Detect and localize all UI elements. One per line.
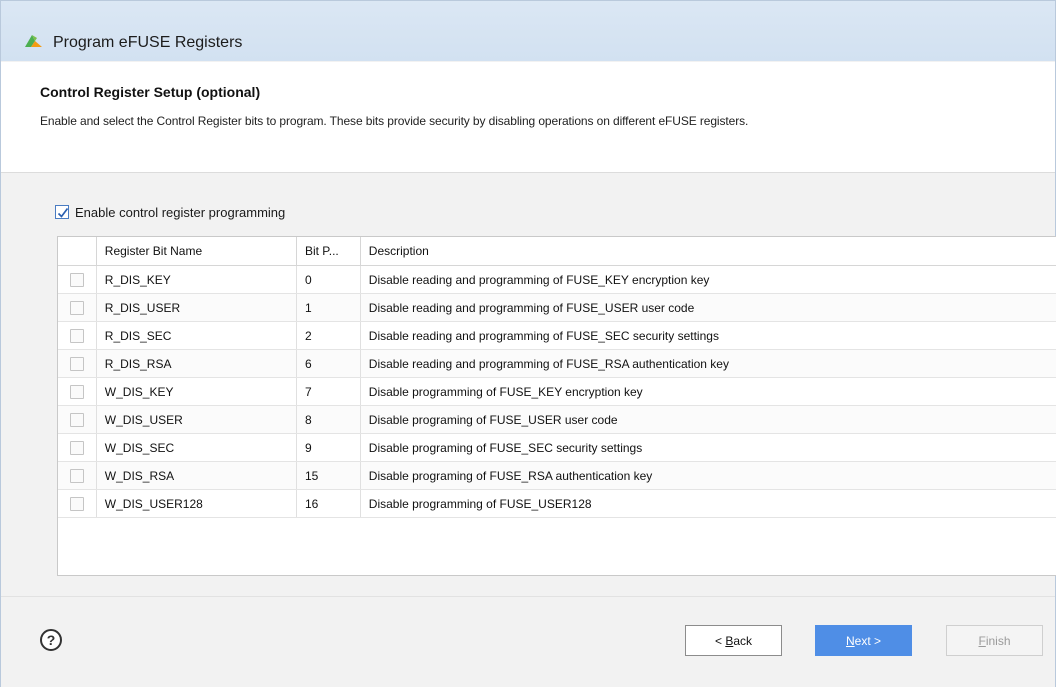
help-icon[interactable]: ? <box>40 629 62 651</box>
enable-control-register-row[interactable]: Enable control register programming <box>55 202 285 222</box>
enable-checkbox[interactable] <box>55 205 69 219</box>
description-cell: Disable reading and programming of FUSE_… <box>360 293 1056 322</box>
window-title: Program eFUSE Registers <box>53 34 243 51</box>
description-cell: Disable reading and programming of FUSE_… <box>360 349 1056 378</box>
back-rest: ack <box>733 633 753 648</box>
register-bit-name-cell: W_DIS_USER128 <box>96 489 297 518</box>
checkmark-icon <box>57 207 69 218</box>
next-mnemonic: N <box>845 633 855 648</box>
page-header: Control Register Setup (optional) Enable… <box>1 62 1055 173</box>
row-checkbox[interactable] <box>69 468 84 483</box>
table-row[interactable]: R_DIS_RSA 6 Disable reading and programmin… <box>58 349 1056 378</box>
register-bits-table: Register Bit Name Bit P... Description R… <box>57 236 1056 576</box>
bit-position-cell: 9 <box>296 433 361 462</box>
column-header-register-bit-name[interactable]: Register Bit Name <box>96 237 297 266</box>
register-bit-name-cell: R_DIS_KEY <box>96 265 297 294</box>
title-bar: Program eFUSE Registers <box>1 1 1055 61</box>
row-select-cell <box>58 321 97 350</box>
page-description: Enable and select the Control Register b… <box>40 114 749 128</box>
vivado-logo-icon <box>23 33 45 49</box>
back-prefix: < <box>714 633 726 648</box>
table-row[interactable]: W_DIS_KEY 7 Disable programming of FUSE_KE… <box>58 377 1056 406</box>
bit-position-cell: 6 <box>296 349 361 378</box>
column-header-select[interactable] <box>58 237 97 266</box>
row-select-cell <box>58 489 97 518</box>
row-checkbox[interactable] <box>69 384 84 399</box>
back-mnemonic: B <box>725 633 734 648</box>
register-bit-name-cell: R_DIS_SEC <box>96 321 297 350</box>
bit-position-cell: 16 <box>296 489 361 518</box>
description-cell: Disable programming of FUSE_USER128 <box>360 489 1056 518</box>
bit-position-cell: 15 <box>296 461 361 490</box>
row-select-cell <box>58 461 97 490</box>
register-bit-name-cell: R_DIS_RSA <box>96 349 297 378</box>
bit-position-cell: 1 <box>296 293 361 322</box>
bit-position-cell: 7 <box>296 377 361 406</box>
finish-rest: inish <box>985 633 1011 648</box>
row-checkbox[interactable] <box>69 496 84 511</box>
row-checkbox[interactable] <box>69 272 84 287</box>
description-cell: Disable programing of FUSE_RSA authentic… <box>360 461 1056 490</box>
finish-mnemonic: F <box>978 633 986 648</box>
column-header-bit-position[interactable]: Bit P... <box>296 237 361 266</box>
description-cell: Disable programing of FUSE_SEC security … <box>360 433 1056 462</box>
table-row[interactable]: W_DIS_RSA 15 Disable programing of FUSE_RS… <box>58 461 1056 490</box>
row-checkbox[interactable] <box>69 356 84 371</box>
table-row[interactable]: W_DIS_SEC 9 Disable programing of FUSE_SEC… <box>58 433 1056 462</box>
next-rest: ext > <box>854 633 882 648</box>
page-title: Control Register Setup (optional) <box>40 84 261 100</box>
register-bit-name-cell: W_DIS_USER <box>96 405 297 434</box>
row-checkbox[interactable] <box>69 328 84 343</box>
bit-position-cell: 8 <box>296 405 361 434</box>
table-row[interactable]: R_DIS_KEY 0 Disable reading and programmin… <box>58 265 1056 294</box>
register-bit-name-cell: W_DIS_SEC <box>96 433 297 462</box>
bit-position-cell: 0 <box>296 265 361 294</box>
row-checkbox[interactable] <box>69 412 84 427</box>
row-select-cell <box>58 265 97 294</box>
row-select-cell <box>58 405 97 434</box>
register-bit-name-cell: W_DIS_RSA <box>96 461 297 490</box>
row-select-cell <box>58 349 97 378</box>
row-select-cell <box>58 433 97 462</box>
table-row[interactable]: R_DIS_USER 1 Disable reading and programmi… <box>58 293 1056 322</box>
table-row[interactable]: R_DIS_SEC 2 Disable reading and programmin… <box>58 321 1056 350</box>
register-bit-name-cell: R_DIS_USER <box>96 293 297 322</box>
back-button[interactable]: < Back <box>685 625 782 656</box>
description-cell: Disable reading and programming of FUSE_… <box>360 265 1056 294</box>
bit-position-cell: 2 <box>296 321 361 350</box>
enable-label: Enable control register programming <box>75 204 286 220</box>
description-cell: Disable programming of FUSE_KEY encrypti… <box>360 377 1056 406</box>
finish-button[interactable]: Finish <box>946 625 1043 656</box>
table-row[interactable]: W_DIS_USER 8 Disable programing of FUSE_US… <box>58 405 1056 434</box>
table-header-row: Register Bit Name Bit P... Description <box>58 237 1056 266</box>
next-button[interactable]: Next > <box>815 625 912 656</box>
help-glyph: ? <box>46 632 56 648</box>
row-checkbox[interactable] <box>69 300 84 315</box>
description-cell: Disable reading and programming of FUSE_… <box>360 321 1056 350</box>
description-cell: Disable programing of FUSE_USER user cod… <box>360 405 1056 434</box>
register-bit-name-cell: W_DIS_KEY <box>96 377 297 406</box>
table-row[interactable]: W_DIS_USER128 16 Disable programming of FU… <box>58 489 1056 518</box>
row-select-cell <box>58 377 97 406</box>
row-select-cell <box>58 293 97 322</box>
column-header-description[interactable]: Description <box>360 237 1056 266</box>
row-checkbox[interactable] <box>69 440 84 455</box>
